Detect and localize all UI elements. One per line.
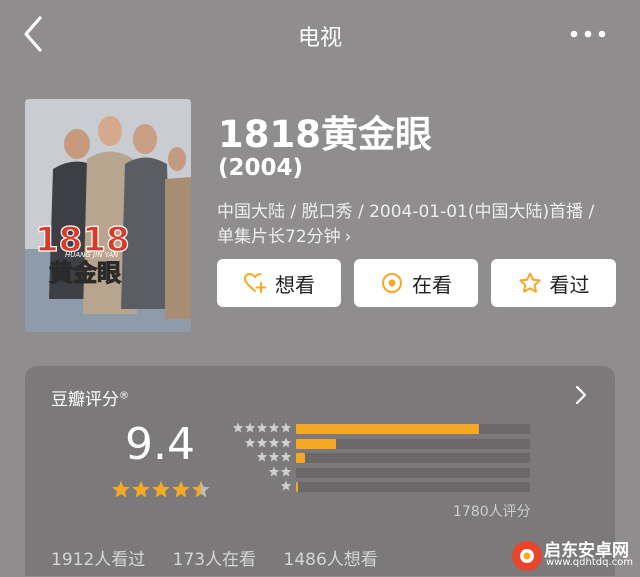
row-star (232, 422, 244, 433)
target-circle-icon (382, 273, 402, 293)
page-title: 电视 (297, 26, 342, 51)
row-star (280, 451, 292, 462)
more-button[interactable] (566, 22, 610, 46)
show-meta-text: 中国大陆 / 脱口秀 / 2004-01-01(中国大陆)首播 / 单集片长72… (217, 202, 595, 247)
row-star (280, 437, 292, 447)
rating-row-4-star (230, 437, 530, 449)
rating-label: 豆瓣评分® (51, 385, 129, 410)
rating-registered-mark: ® (119, 390, 129, 402)
star-outline-icon (518, 272, 541, 293)
watermark-logo-icon (512, 541, 542, 571)
rating-row-1-star (230, 480, 530, 492)
watching-button[interactable]: 在看 (354, 259, 478, 307)
row-star (256, 451, 268, 462)
rating-count: 1780人评分 (453, 504, 531, 520)
rating-bar-track (296, 482, 530, 492)
row-stars-icon (232, 422, 292, 433)
row-star (280, 480, 292, 491)
more-dots-icon (570, 30, 606, 38)
row-star (256, 437, 268, 447)
row-star (280, 466, 292, 476)
row-stars-icon (244, 437, 292, 447)
watched-button[interactable]: 看过 (491, 259, 616, 307)
want-label: 想看 (275, 272, 315, 297)
row-star (256, 422, 268, 433)
rating-row-3-star (230, 451, 530, 463)
rating-row-5-star (230, 422, 530, 434)
rating-stars (112, 481, 210, 498)
row-star (244, 437, 256, 447)
watching-count[interactable]: 173人在看 (173, 550, 256, 570)
rating-star (172, 481, 190, 498)
row-stars-icon (256, 451, 292, 462)
audience-stats: 1912人看过 173人在看 1486人想看 (51, 545, 400, 570)
rating-score: 9.4 (125, 419, 195, 470)
poster-logo-cn: 黄金眼 (49, 259, 121, 287)
want-to-watch-button[interactable]: 想看 (217, 259, 341, 307)
row-star (268, 466, 280, 476)
rating-bar-fill (296, 482, 298, 492)
rating-label-text: 豆瓣评分 (51, 390, 119, 410)
poster-art: 1818 HUANG JIN YAN 黄金眼 (25, 99, 191, 332)
rating-row-2-star (230, 466, 530, 478)
want-count[interactable]: 1486人想看 (284, 550, 378, 570)
heart-plus-icon (243, 272, 267, 293)
poster-logo-latin: HUANG JIN YAN (65, 251, 119, 259)
row-star (280, 422, 292, 433)
watermark-url: www.qdhtdq.com (546, 557, 633, 568)
rating-bar-track (296, 438, 530, 449)
chevron-right-icon: › (344, 227, 352, 247)
show-meta-link[interactable]: 中国大陆 / 脱口秀 / 2004-01-01(中国大陆)首播 / 单集片长72… (217, 200, 597, 250)
rating-bar-track (296, 467, 530, 478)
watching-label: 在看 (412, 272, 452, 297)
poster-image[interactable]: 1818 HUANG JIN YAN 黄金眼 (25, 99, 191, 332)
rating-bar-fill (296, 453, 306, 463)
row-star (268, 437, 280, 447)
watermark: 启东安卓网 www.qdhtdq.com (508, 533, 638, 577)
top-bar: 电视 (0, 0, 640, 70)
rating-bar-fill (296, 438, 336, 449)
watched-count[interactable]: 1912人看过 (51, 550, 145, 570)
show-year: (2004) (218, 155, 304, 181)
row-stars-icon (268, 466, 292, 476)
row-star (268, 422, 280, 433)
rating-star (132, 481, 150, 498)
rating-bar-track (296, 453, 530, 463)
rating-bar-fill (296, 424, 479, 434)
watched-label: 看过 (549, 272, 590, 297)
row-star (268, 451, 280, 462)
row-stars-icon (280, 480, 292, 491)
row-star (244, 422, 256, 433)
rating-star (152, 481, 170, 498)
rating-star (112, 481, 130, 498)
chevron-right-icon[interactable] (573, 384, 589, 406)
show-title: 1818黄金眼 (218, 113, 432, 156)
rating-bar-track (296, 424, 530, 434)
